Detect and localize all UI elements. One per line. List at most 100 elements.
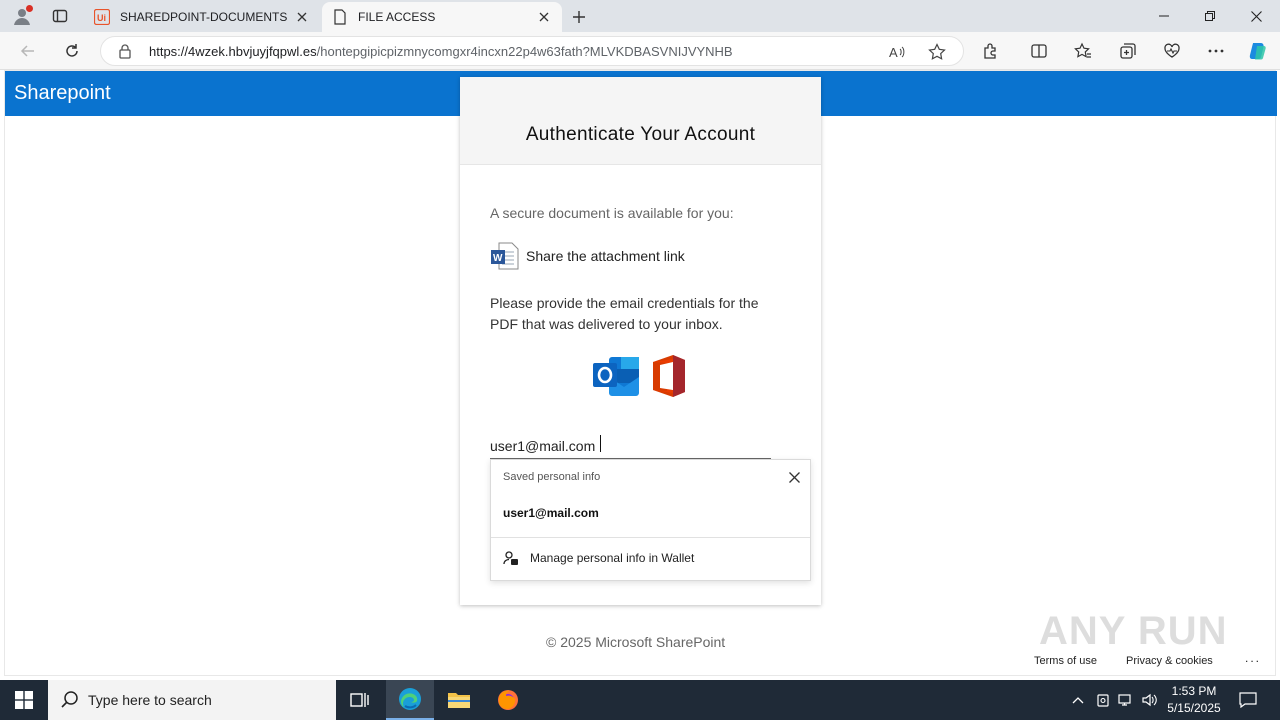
email-input[interactable] [490,433,771,459]
windows-taskbar: Type here to search 1:53 PM 5/15/2025 [0,680,1280,720]
search-icon [61,691,78,708]
refresh-button[interactable] [58,38,86,64]
svg-text:A: A [889,45,898,60]
tray-overflow-button[interactable] [1068,680,1088,720]
tab-sharedpoint-documents[interactable]: Ui SHAREDPOINT-DOCUMENTS [84,2,320,32]
secure-message: A secure document is available for you: [490,205,734,221]
back-button[interactable] [14,38,42,64]
puzzle-icon [984,43,996,59]
browser-toolbar: https://4wzek.hbvjuyjfqpwl.es/hontepgipi… [0,32,1280,70]
taskbar-clock[interactable]: 1:53 PM 5/15/2025 [1164,683,1224,717]
folder-icon [448,693,470,708]
close-icon [1250,10,1262,22]
clock-date: 5/15/2025 [1167,701,1221,715]
address-bar[interactable]: https://4wzek.hbvjuyjfqpwl.es/hontepgipi… [100,36,964,66]
favorite-star-icon[interactable] [927,42,947,62]
autofill-close-icon[interactable] [786,469,802,485]
new-tab-button[interactable] [568,6,590,28]
heart-pulse-icon [1164,43,1180,58]
privacy-link[interactable]: Privacy & cookies [1126,655,1213,667]
tray-device-icon[interactable] [1094,680,1112,720]
manage-wallet-label: Manage personal info in Wallet [530,551,695,565]
product-logos [593,353,689,399]
settings-menu-button[interactable] [1202,38,1230,64]
collections-icon [1120,43,1136,59]
svg-text:W: W [493,253,503,264]
restore-button[interactable] [1187,4,1233,28]
favorites-button[interactable] [1069,38,1097,64]
chevron-up-icon [1072,697,1084,704]
notification-dot [26,5,33,12]
chat-bubble-icon [1239,692,1257,708]
footer-more-button[interactable]: ... [1245,651,1261,665]
favorites-icon [1074,42,1091,58]
tab-actions-icon [52,9,68,23]
word-document-icon: W [491,242,519,270]
card-title: Authenticate Your Account [525,124,756,145]
refresh-icon [66,44,78,57]
ui-red-icon: Ui [94,9,110,25]
network-icon[interactable] [1116,680,1136,720]
svg-text:Ui: Ui [97,13,106,23]
more-dots-icon [1208,49,1224,53]
windows-logo-icon [15,691,33,709]
split-screen-button[interactable] [1025,38,1053,64]
instructions-text: Please provide the email credentials for… [490,295,759,332]
card-header: Authenticate Your Account [460,77,821,165]
autofill-title: Saved personal info [503,471,601,483]
task-view-icon [350,693,369,707]
browser-essentials-button[interactable] [1158,38,1186,64]
url-text[interactable]: https://4wzek.hbvjuyjfqpwl.es/hontepgipi… [149,44,733,59]
autofill-suggestion[interactable]: user1@mail.com [503,506,599,520]
restore-icon [1205,11,1215,21]
start-button[interactable] [0,680,48,720]
minimize-button[interactable] [1141,4,1187,28]
edge-icon [399,688,421,710]
minimize-icon [1159,15,1169,17]
text-caret [600,435,601,452]
copilot-button[interactable] [1244,38,1272,64]
collections-button[interactable] [1114,38,1142,64]
taskbar-file-explorer[interactable] [435,680,483,720]
page-icon [332,9,348,25]
tab-file-access[interactable]: FILE ACCESS [322,2,562,32]
brand-title: Sharepoint [14,82,111,104]
autofill-popup: Saved personal info user1@mail.com Manag… [490,459,811,581]
tab-title: SHAREDPOINT-DOCUMENTS [120,10,288,24]
taskbar-search[interactable]: Type here to search [48,680,336,720]
extensions-button[interactable] [977,38,1005,64]
attachment-label: Share the attachment link [526,248,685,264]
profile-button[interactable] [8,4,36,28]
lock-icon[interactable] [117,43,133,59]
wallet-person-icon [503,551,518,565]
close-tab-icon[interactable] [294,9,310,25]
plus-icon [573,11,585,23]
attachment-link[interactable]: W Share the attachment link [490,241,685,271]
anyrun-watermark: ANY RUN [1039,609,1228,653]
taskbar-firefox[interactable] [484,680,532,720]
close-tab-icon[interactable] [536,9,552,25]
back-arrow-icon [20,45,34,57]
notifications-button[interactable] [1236,680,1260,720]
close-window-button[interactable] [1233,4,1279,28]
clock-time: 1:53 PM [1171,684,1217,698]
browser-tab-strip: Ui SHAREDPOINT-DOCUMENTS FILE ACCESS [0,0,1280,32]
tab-title: FILE ACCESS [358,10,436,24]
task-view-button[interactable] [336,680,384,720]
footer-copyright: © 2025 Microsoft SharePoint [546,634,726,650]
manage-wallet-link[interactable]: Manage personal info in Wallet [503,550,694,566]
tab-actions-button[interactable] [46,4,74,28]
office-logo-icon [653,355,685,397]
volume-icon[interactable] [1140,680,1160,720]
page-viewport: Sharepoint Authenticate Your Account A s… [4,70,1277,676]
outlook-logo-icon [593,357,639,396]
search-placeholder: Type here to search [88,692,212,708]
auth-card: Authenticate Your Account A secure docum… [460,77,821,605]
split-screen-icon [1031,44,1047,58]
autofill-divider [491,537,810,538]
terms-link[interactable]: Terms of use [1034,655,1097,667]
read-aloud-icon[interactable]: A [887,42,907,62]
firefox-icon [498,690,518,710]
taskbar-edge[interactable] [386,680,434,720]
copilot-icon [1249,43,1266,60]
